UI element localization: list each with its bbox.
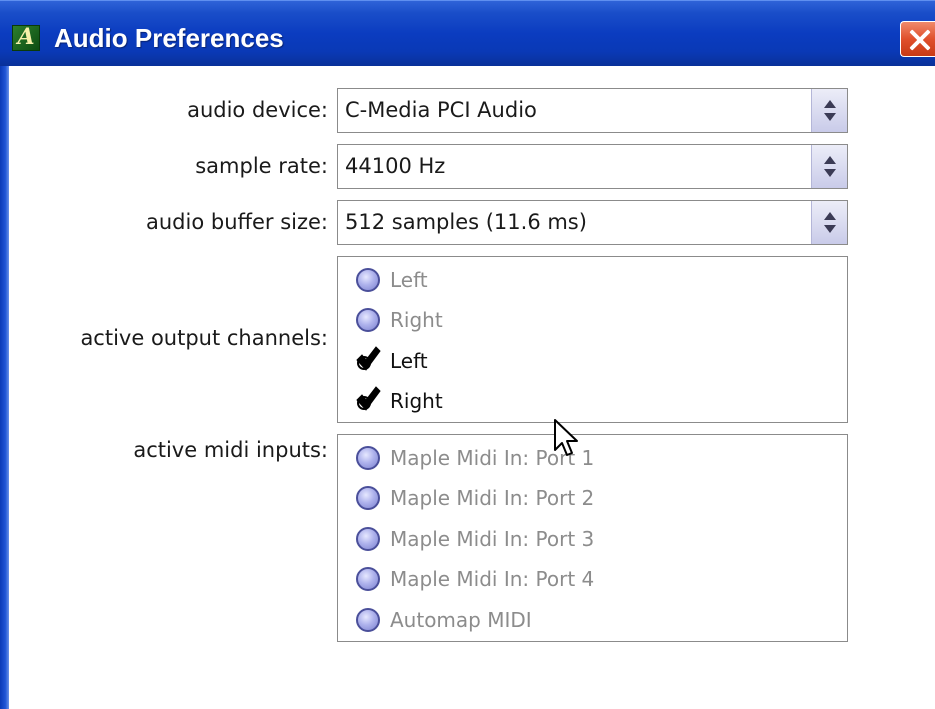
list-item-label: Left xyxy=(390,268,428,292)
checkmark-icon[interactable] xyxy=(356,346,381,373)
radio-unchecked-icon[interactable] xyxy=(356,308,380,332)
radio-unchecked-icon[interactable] xyxy=(356,567,380,591)
up-down-arrows-icon[interactable] xyxy=(811,201,847,244)
window-title: Audio Preferences xyxy=(54,23,284,53)
output-channels-list[interactable]: Left Right Left Right xyxy=(337,256,848,423)
audio-device-select[interactable]: C-Media PCI Audio xyxy=(337,88,848,133)
radio-unchecked-icon[interactable] xyxy=(356,446,380,470)
list-item-label: Maple Midi In: Port 4 xyxy=(390,567,595,591)
title-bar[interactable]: A Audio Preferences xyxy=(0,0,935,66)
sample-rate-label: sample rate: xyxy=(195,154,328,178)
mouse-pointer-icon xyxy=(554,419,578,456)
list-item-label: Right xyxy=(390,308,443,332)
checkmark-icon[interactable] xyxy=(356,386,381,413)
up-down-arrows-icon[interactable] xyxy=(811,89,847,132)
buffer-size-select[interactable]: 512 samples (11.6 ms) xyxy=(337,200,848,245)
output-channels-label: active output channels: xyxy=(80,326,328,350)
audio-device-value: C-Media PCI Audio xyxy=(345,98,537,122)
radio-unchecked-icon[interactable] xyxy=(356,486,380,510)
radio-unchecked-icon[interactable] xyxy=(356,608,380,632)
list-item-label: Left xyxy=(390,349,428,373)
up-down-arrows-icon[interactable] xyxy=(811,145,847,188)
radio-unchecked-icon[interactable] xyxy=(356,268,380,292)
sample-rate-select[interactable]: 44100 Hz xyxy=(337,144,848,189)
radio-unchecked-icon[interactable] xyxy=(356,527,380,551)
sample-rate-value: 44100 Hz xyxy=(345,154,446,178)
list-item-label: Automap MIDI xyxy=(390,608,532,632)
close-icon xyxy=(909,29,931,51)
list-item-label: Right xyxy=(390,389,443,413)
midi-inputs-list[interactable]: Maple Midi In: Port 1 Maple Midi In: Por… xyxy=(337,434,848,642)
audio-device-label: audio device: xyxy=(187,98,328,122)
app-logo-icon[interactable]: A xyxy=(12,25,40,51)
audio-preferences-window: A Audio Preferences audio device: C-Medi… xyxy=(0,0,935,709)
list-item-label: Maple Midi In: Port 2 xyxy=(390,486,595,510)
close-button[interactable] xyxy=(900,21,935,57)
list-item-label: Maple Midi In: Port 3 xyxy=(390,527,595,551)
midi-inputs-label: active midi inputs: xyxy=(133,438,328,462)
buffer-size-label: audio buffer size: xyxy=(146,210,328,234)
window-left-border xyxy=(0,66,9,709)
buffer-size-value: 512 samples (11.6 ms) xyxy=(345,210,587,234)
